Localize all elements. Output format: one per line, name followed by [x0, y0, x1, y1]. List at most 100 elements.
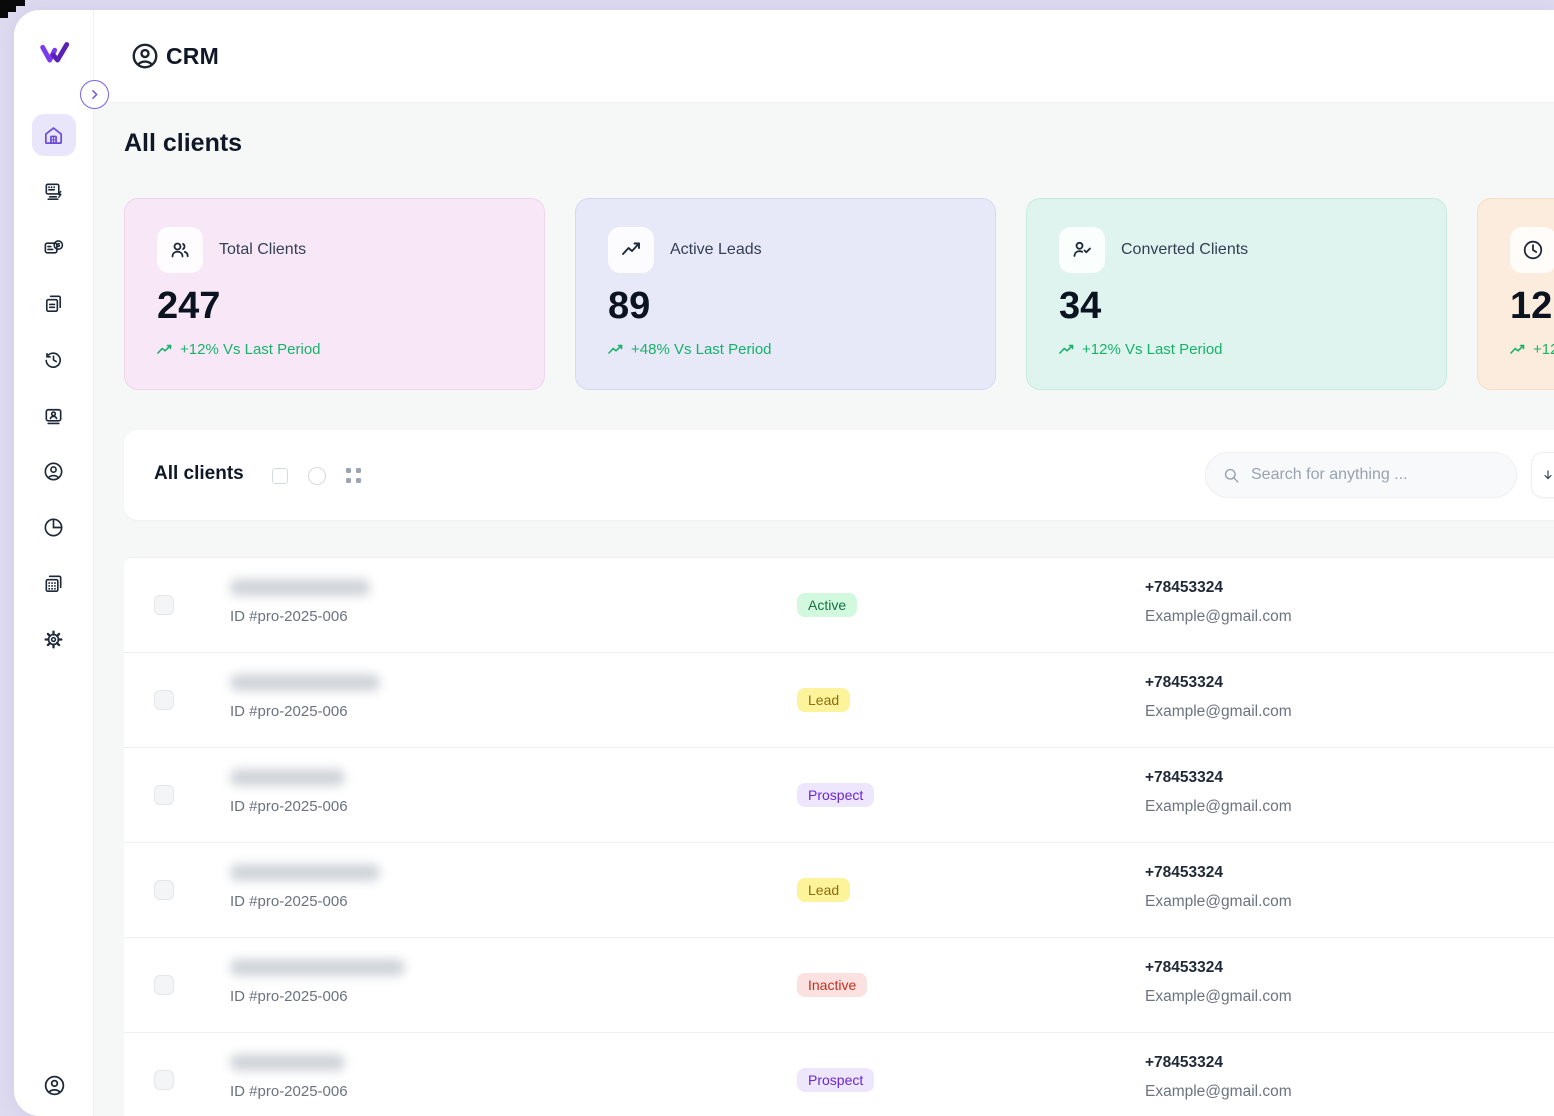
sidebar-item-payments[interactable]	[32, 226, 76, 268]
client-name-redacted	[230, 864, 380, 881]
clients-table: ID #pro-2025-006 Active +78453324 Exampl…	[124, 557, 1554, 1116]
trending-up-icon	[619, 238, 643, 262]
client-phone: +78453324	[1145, 579, 1223, 597]
user-circle-icon	[130, 41, 160, 71]
sidebar-item-documents[interactable]	[32, 282, 76, 324]
chevron-down-icon	[1542, 469, 1554, 481]
stat-card-icon-box	[608, 227, 654, 273]
sidebar-item-account[interactable]	[14, 1073, 94, 1098]
table-row[interactable]: ID #pro-2025-006 Lead +78453324 Example@…	[124, 653, 1554, 748]
billing-terminal-icon	[42, 180, 65, 203]
search-box	[1205, 452, 1517, 498]
stat-card-delta: +12% Vs Last Period	[1059, 341, 1223, 358]
row-checkbox[interactable]	[154, 785, 174, 805]
circle-frame-icon[interactable]	[308, 467, 326, 485]
square-frame-icon[interactable]	[272, 468, 288, 484]
client-id: ID #pro-2025-006	[230, 988, 348, 1005]
stat-card-label: Active Leads	[670, 241, 762, 259]
status-badge: Lead	[797, 688, 850, 712]
client-id: ID #pro-2025-006	[230, 798, 348, 815]
stat-card-icon-box	[1510, 227, 1554, 273]
client-name-redacted	[230, 769, 345, 786]
sidebar-item-calculator[interactable]	[32, 562, 76, 604]
person-check-icon	[1070, 238, 1094, 262]
sidebar-collapse-button[interactable]	[80, 80, 109, 109]
row-checkbox[interactable]	[154, 975, 174, 995]
sidebar-item-home[interactable]	[32, 114, 76, 156]
page-title: All clients	[124, 129, 242, 158]
table-row[interactable]: ID #pro-2025-006 Lead +78453324 Example@…	[124, 843, 1554, 938]
trend-up-icon	[1059, 344, 1075, 356]
status-badge: Inactive	[797, 973, 867, 997]
clock-icon	[1521, 238, 1545, 262]
stat-card-delta-text: +12% Vs Last Period	[1082, 341, 1223, 358]
sidebar-item-contact-card[interactable]	[32, 394, 76, 436]
status-badge: Prospect	[797, 1068, 874, 1092]
settings-gear-icon	[42, 628, 65, 651]
stat-card: Total Clients 247 +12% Vs Last Period	[124, 198, 545, 390]
app-title: CRM	[166, 43, 219, 70]
table-row[interactable]: ID #pro-2025-006 Inactive +78453324 Exam…	[124, 938, 1554, 1033]
toolbar-title: All clients	[154, 463, 244, 485]
table-row[interactable]: ID #pro-2025-006 Prospect +78453324 Exam…	[124, 748, 1554, 843]
actions-button[interactable]	[1531, 452, 1554, 498]
table-row[interactable]: ID #pro-2025-006 Active +78453324 Exampl…	[124, 558, 1554, 653]
status-badge: Lead	[797, 878, 850, 902]
sidebar-item-analytics[interactable]	[32, 506, 76, 548]
stat-card-label: Converted Clients	[1121, 241, 1248, 259]
sidebar-item-history[interactable]	[32, 338, 76, 380]
stat-card-icon-box	[157, 227, 203, 273]
client-phone: +78453324	[1145, 959, 1223, 977]
documents-icon	[42, 292, 65, 315]
client-name-redacted	[230, 674, 380, 691]
search-icon	[1222, 466, 1241, 485]
client-id: ID #pro-2025-006	[230, 608, 348, 625]
sidebar-nav	[32, 114, 76, 660]
client-email: Example@gmail.com	[1145, 1083, 1292, 1101]
client-email: Example@gmail.com	[1145, 703, 1292, 721]
stat-card-delta-text: +12% Vs Last Period	[1533, 341, 1554, 358]
client-phone: +78453324	[1145, 1054, 1223, 1072]
app-header: CRM	[94, 10, 1554, 103]
clients-group-icon	[168, 238, 192, 262]
main-content: All clients Total Clients 247 +12% Vs La…	[94, 103, 1554, 1116]
app-window: CRM All clients Total Clients 247 +12% V…	[14, 10, 1554, 1116]
sidebar-item-clients[interactable]	[32, 450, 76, 492]
corner-artifact	[0, 0, 30, 30]
history-icon	[42, 348, 65, 371]
client-id: ID #pro-2025-006	[230, 703, 348, 720]
pie-chart-icon	[42, 516, 65, 539]
sidebar	[14, 10, 94, 1116]
trend-up-icon	[1510, 344, 1526, 356]
client-name-redacted	[230, 579, 370, 596]
payments-icon	[42, 236, 65, 259]
row-checkbox[interactable]	[154, 1070, 174, 1090]
trend-up-icon	[608, 344, 624, 356]
sidebar-item-settings[interactable]	[32, 618, 76, 660]
table-row[interactable]: ID #pro-2025-006 Prospect +78453324 Exam…	[124, 1033, 1554, 1116]
stat-card: 12 +12% Vs Last Period	[1477, 198, 1554, 390]
grid-dots-icon[interactable]	[346, 468, 362, 484]
client-id: ID #pro-2025-006	[230, 893, 348, 910]
status-badge: Prospect	[797, 783, 874, 807]
sidebar-item-billing-terminal[interactable]	[32, 170, 76, 212]
stat-card-delta: +12% Vs Last Period	[157, 341, 321, 358]
stat-card-value: 34	[1059, 285, 1101, 328]
home-icon	[42, 124, 65, 147]
search-input[interactable]	[1251, 466, 1500, 484]
row-checkbox[interactable]	[154, 690, 174, 710]
calculator-icon	[42, 572, 65, 595]
client-phone: +78453324	[1145, 864, 1223, 882]
client-email: Example@gmail.com	[1145, 798, 1292, 816]
row-checkbox[interactable]	[154, 595, 174, 615]
account-icon	[42, 1073, 67, 1098]
client-email: Example@gmail.com	[1145, 988, 1292, 1006]
client-name-redacted	[230, 1054, 345, 1071]
crm-brand: CRM	[130, 41, 219, 71]
user-circle-icon	[42, 460, 65, 483]
row-checkbox[interactable]	[154, 880, 174, 900]
stat-cards: Total Clients 247 +12% Vs Last Period Ac…	[124, 198, 1554, 390]
stat-card-delta: +12% Vs Last Period	[1510, 341, 1554, 358]
stat-card-delta-text: +48% Vs Last Period	[631, 341, 772, 358]
stat-card-label: Total Clients	[219, 241, 306, 259]
